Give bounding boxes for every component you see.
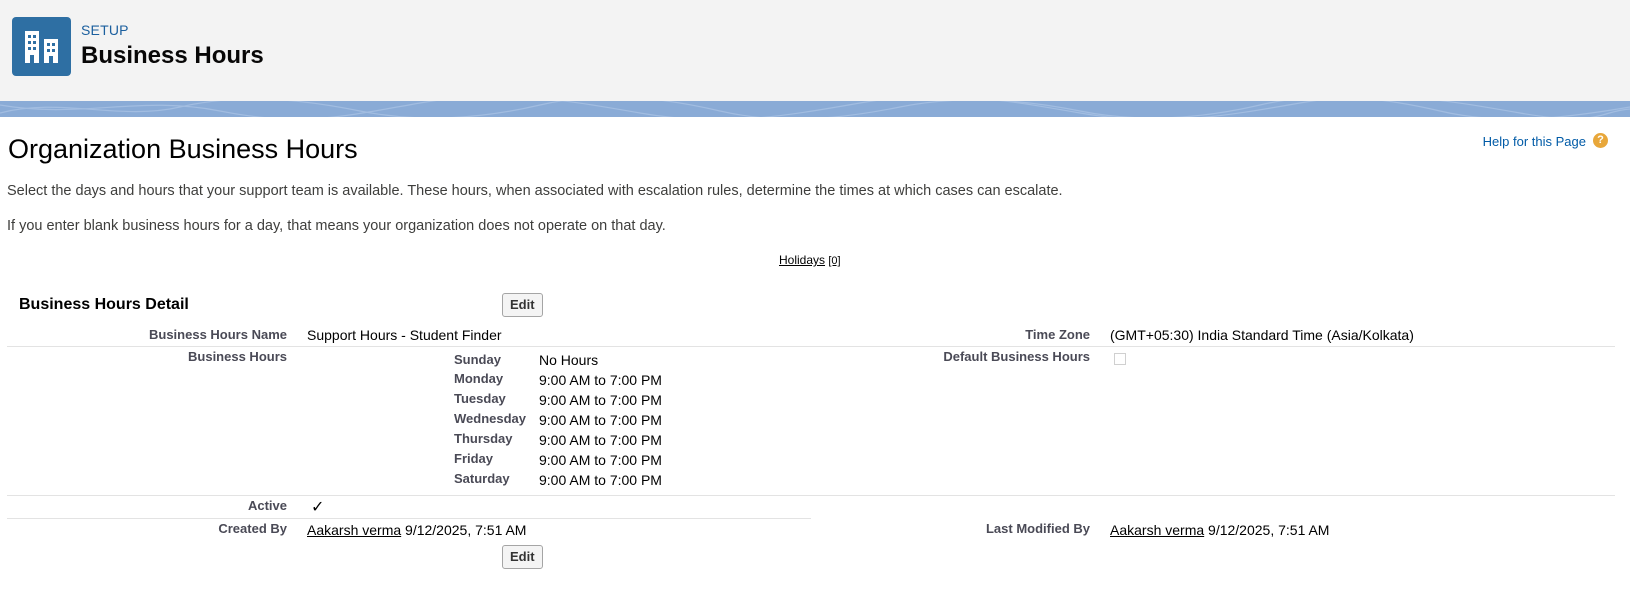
question-icon[interactable]: ? [1593,133,1608,148]
day-label: Monday [454,371,504,386]
edit-button[interactable]: Edit [502,293,543,317]
day-hours: 9:00 AM to 7:00 PM [539,432,662,448]
business-hours-name-value: Support Hours - Student Finder [307,327,502,343]
row-divider [7,346,1615,347]
day-label: Wednesday [454,411,527,426]
default-business-hours-label: Default Business Hours [943,349,1090,364]
day-label: Tuesday [454,391,506,406]
last-modified-by-label: Last Modified By [985,521,1090,536]
day-hours: 9:00 AM to 7:00 PM [539,452,662,468]
holidays-count: [0] [828,255,841,267]
day-hours: No Hours [539,352,599,368]
section-title: Business Hours Detail [19,296,189,313]
edit-button[interactable]: Edit [502,545,543,569]
org-business-hours-title: Organization Business Hours [8,134,358,164]
day-hours: 9:00 AM to 7:00 PM [539,392,662,408]
business-hours-name-label: Business Hours Name [149,327,287,342]
active-label: Active [247,498,287,513]
row-divider [7,495,1615,496]
modified-by-user-link[interactable]: Aakarsh verma [1110,522,1204,538]
modified-date: 9/12/2025, 7:51 AM [1208,522,1330,538]
default-business-hours-checkbox [1114,353,1126,365]
time-zone-label: Time Zone [1025,327,1090,342]
row-divider [7,518,811,519]
setup-label: SETUP [81,22,129,38]
last-modified-by-value: Aakarsh verma 9/12/2025, 7:51 AM [1110,522,1329,538]
page-title: Business Hours [81,42,264,69]
holidays-link[interactable]: Holidays [779,253,825,267]
day-hours: 9:00 AM to 7:00 PM [539,372,662,388]
checkmark-icon: ✓ [311,499,325,516]
description-text: Select the days and hours that your supp… [7,183,1063,199]
created-by-label: Created By [218,521,287,536]
day-label: Friday [454,451,494,466]
decorative-banner [0,101,1630,117]
holidays-link-group: Holidays [0] [779,253,841,267]
day-hours: 9:00 AM to 7:00 PM [539,472,662,488]
created-date: 9/12/2025, 7:51 AM [405,522,527,538]
day-label: Sunday [454,352,501,367]
main-content: Organization Business Hours Help for thi… [0,117,1630,598]
created-by-user-link[interactable]: Aakarsh verma [307,522,401,538]
day-hours: 9:00 AM to 7:00 PM [539,412,662,428]
day-label: Thursday [454,431,513,446]
description-text: If you enter blank business hours for a … [7,218,666,234]
business-hours-label: Business Hours [188,349,287,364]
time-zone-value: (GMT+05:30) India Standard Time (Asia/Ko… [1110,327,1414,343]
building-icon [12,17,71,76]
help-link[interactable]: Help for this Page [1483,134,1586,149]
created-by-value: Aakarsh verma 9/12/2025, 7:51 AM [307,522,526,538]
day-label: Saturday [454,471,510,486]
setup-header: SETUP Business Hours [0,0,1630,102]
